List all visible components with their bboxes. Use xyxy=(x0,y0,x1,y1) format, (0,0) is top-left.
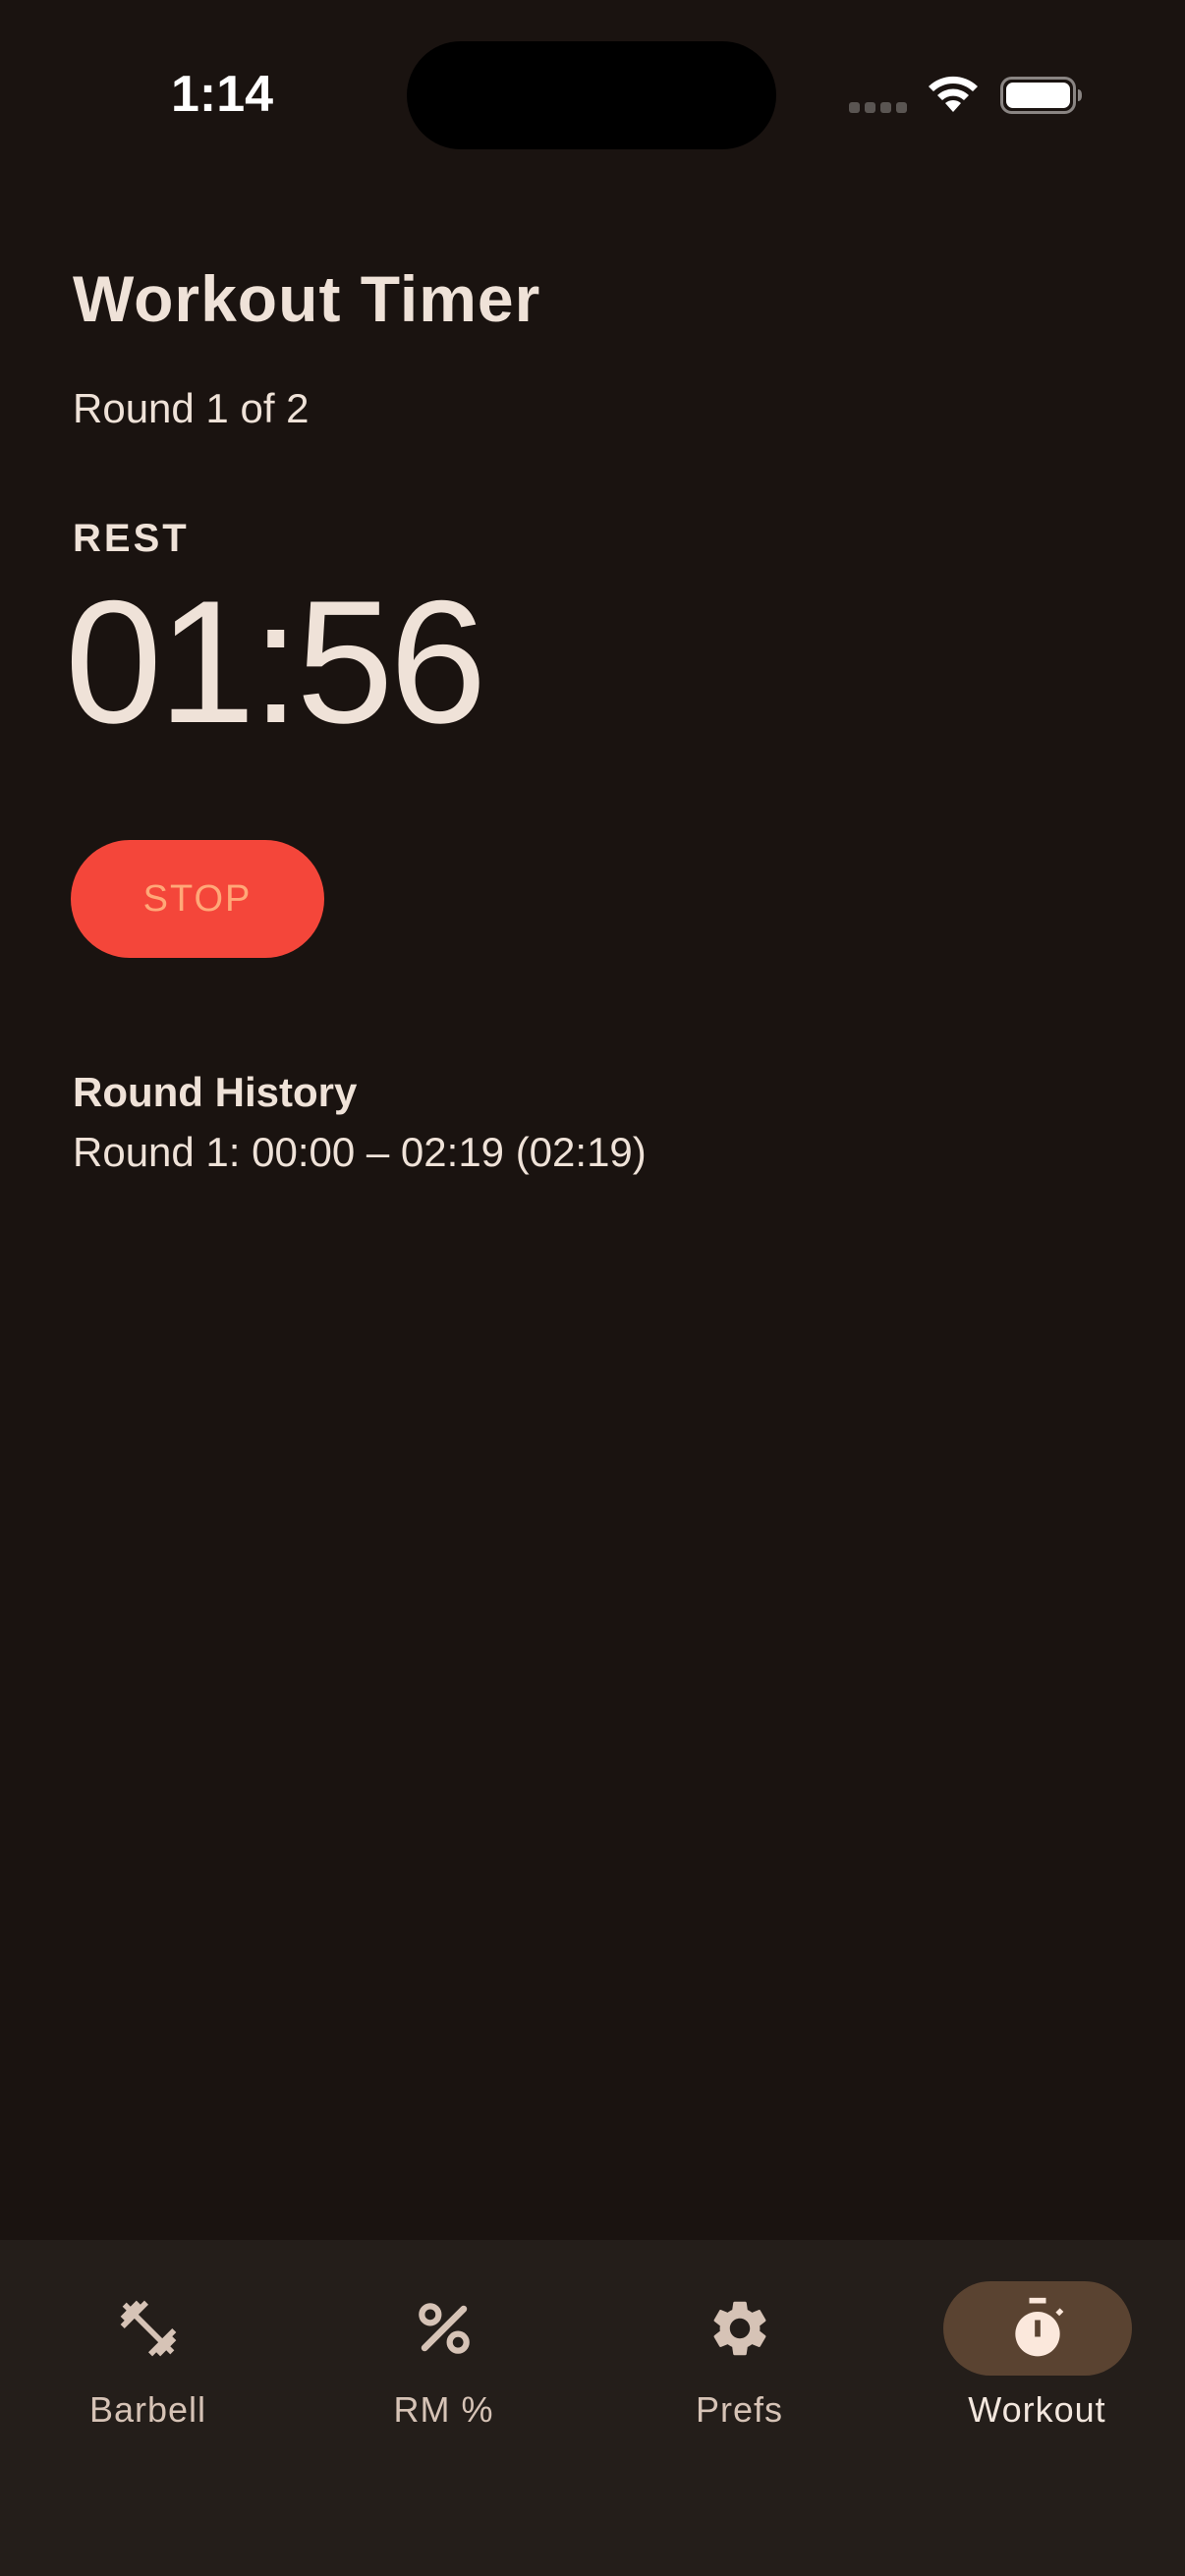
dynamic-island xyxy=(407,41,776,149)
barbell-icon xyxy=(120,2300,176,2357)
page-title: Workout Timer xyxy=(73,262,541,335)
status-time: 1:14 xyxy=(171,66,274,123)
nav-label: Barbell xyxy=(88,2389,207,2430)
list-item: Round 1: 00:00 – 02:19 (02:19) xyxy=(73,1129,647,1175)
round-indicator: Round 1 of 2 xyxy=(73,385,310,431)
nav-item-workout[interactable]: Workout xyxy=(889,2240,1185,2456)
timer-display: 01:56 xyxy=(65,564,486,759)
nav-label: RM % xyxy=(393,2389,494,2430)
nav-label: Prefs xyxy=(695,2389,784,2430)
stopwatch-icon xyxy=(1014,2297,1063,2357)
percent-icon xyxy=(418,2303,470,2354)
nav-pill xyxy=(646,2281,834,2376)
cellular-signal-icon xyxy=(849,102,907,113)
battery-icon xyxy=(1000,77,1082,114)
gear-icon xyxy=(713,2301,765,2356)
phase-label: REST xyxy=(73,517,190,560)
nav-pill xyxy=(54,2281,243,2376)
bottom-navigation: Barbell RM % Prefs Workout xyxy=(0,2240,1185,2576)
nav-pill-active xyxy=(942,2281,1132,2376)
nav-item-prefs[interactable]: Prefs xyxy=(592,2240,887,2456)
nav-item-barbell[interactable]: Barbell xyxy=(0,2240,296,2456)
status-bar: 1:14 xyxy=(0,0,1185,196)
nav-item-rm-percent[interactable]: RM % xyxy=(296,2240,592,2456)
nav-pill xyxy=(350,2281,538,2376)
round-history-list: Round 1: 00:00 – 02:19 (02:19) xyxy=(73,1128,647,1177)
round-history-title: Round History xyxy=(73,1069,358,1115)
wifi-icon xyxy=(929,76,978,112)
nav-label: Workout xyxy=(968,2389,1106,2430)
stop-button[interactable]: STOP xyxy=(71,840,324,958)
